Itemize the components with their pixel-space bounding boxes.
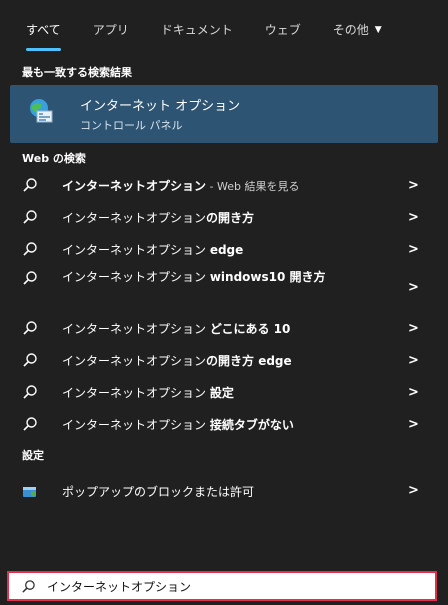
start-search-panel: すべて アプリ ドキュメント ウェブ その他 ▼ 最も一致する検索結果 インター… [0, 0, 448, 605]
web-result-label: インターネットオプション 接続タブがない [62, 416, 294, 433]
tab-more[interactable]: その他 ▼ [333, 0, 382, 60]
web-result-label: インターネットオプション - Web 結果を見る [62, 177, 299, 194]
chevron-right-icon: > [408, 241, 419, 257]
search-icon [23, 210, 37, 224]
tab-apps[interactable]: アプリ [93, 0, 129, 60]
web-result-suffix: windows10 開き方 [209, 270, 326, 284]
search-icon [23, 353, 37, 367]
web-result-prefix: インターネットオプション [62, 353, 207, 368]
search-filter-tabs: すべて アプリ ドキュメント ウェブ その他 ▼ [0, 0, 448, 60]
web-result-suffix: edge [209, 242, 244, 257]
web-result-suffix: 接続タブがない [209, 417, 294, 432]
web-result-item[interactable]: インターネットオプション - Web 結果を見る > [0, 172, 448, 198]
search-icon [22, 580, 35, 593]
search-icon [23, 417, 37, 431]
web-result-suffix: - Web 結果を見る [206, 179, 300, 193]
web-result-item[interactable]: インターネットオプション windows10 開き方 > [0, 264, 448, 308]
chevron-right-icon: > [408, 384, 419, 400]
web-result-item[interactable]: インターネットオプション 設定 > [0, 379, 448, 405]
tab-more-label: その他 [332, 23, 369, 37]
search-icon [23, 271, 37, 285]
web-result-prefix: インターネットオプション [62, 178, 207, 193]
chevron-right-icon: > [408, 177, 419, 193]
web-result-prefix: インターネットオプション [62, 242, 210, 257]
web-result-item[interactable]: インターネットオプション 接続タブがない > [0, 411, 448, 437]
tab-all[interactable]: すべて [26, 0, 61, 60]
web-result-prefix: インターネットオプション [62, 210, 207, 225]
best-match-result[interactable]: インターネット オプション コントロール パネル [10, 85, 438, 143]
web-result-label: インターネットオプション edge [62, 241, 243, 258]
chevron-right-icon: > [408, 416, 419, 432]
search-icon [23, 178, 37, 192]
web-result-label: インターネットオプション windows10 開き方 [62, 268, 372, 286]
web-result-item[interactable]: インターネットオプション どこにある 10 > [0, 315, 448, 341]
tab-documents[interactable]: ドキュメント [161, 0, 233, 60]
web-result-suffix: 設定 [209, 385, 234, 400]
settings-result-popup-blocker[interactable]: ポップアップのブロックまたは許可 > [0, 480, 448, 504]
web-result-prefix: インターネットオプション [62, 270, 210, 284]
web-result-item[interactable]: インターネットオプションの開き方 > [0, 204, 448, 230]
web-result-suffix: の開き方 [206, 210, 255, 225]
web-result-prefix: インターネットオプション [62, 385, 210, 400]
web-result-item[interactable]: インターネットオプション edge > [0, 236, 448, 262]
web-result-prefix: インターネットオプション [62, 417, 210, 432]
web-result-suffix: どこにある 10 [209, 321, 291, 336]
web-result-label: インターネットオプションの開き方 [62, 209, 254, 226]
tab-web[interactable]: ウェブ [265, 0, 301, 60]
internet-options-icon [30, 99, 53, 123]
search-icon [23, 385, 37, 399]
web-result-item[interactable]: インターネットオプションの開き方 edge > [0, 347, 448, 373]
chevron-right-icon: > [408, 209, 419, 225]
web-result-label: インターネットオプション 設定 [62, 384, 234, 401]
search-icon [23, 321, 37, 335]
chevron-right-icon: > [408, 483, 419, 498]
best-match-header: 最も一致する検索結果 [22, 66, 132, 79]
chevron-down-icon: ▼ [374, 25, 382, 35]
best-match-subtitle: コントロール パネル [80, 119, 183, 132]
settings-header: 設定 [22, 449, 44, 462]
web-result-prefix: インターネットオプション [62, 321, 210, 336]
chevron-right-icon: > [408, 352, 419, 368]
settings-shield-icon [23, 487, 36, 497]
web-result-label: インターネットオプション どこにある 10 [62, 320, 290, 337]
search-box[interactable] [7, 571, 437, 601]
settings-result-label: ポップアップのブロックまたは許可 [62, 485, 255, 499]
chevron-right-icon: > [408, 280, 419, 295]
web-search-header: Web の検索 [22, 152, 86, 165]
web-result-label: インターネットオプションの開き方 edge [62, 352, 292, 369]
web-result-suffix: の開き方 edge [206, 353, 292, 368]
search-input[interactable] [47, 576, 417, 596]
best-match-title: インターネット オプション [80, 99, 241, 114]
chevron-right-icon: > [408, 320, 419, 336]
search-icon [23, 242, 37, 256]
